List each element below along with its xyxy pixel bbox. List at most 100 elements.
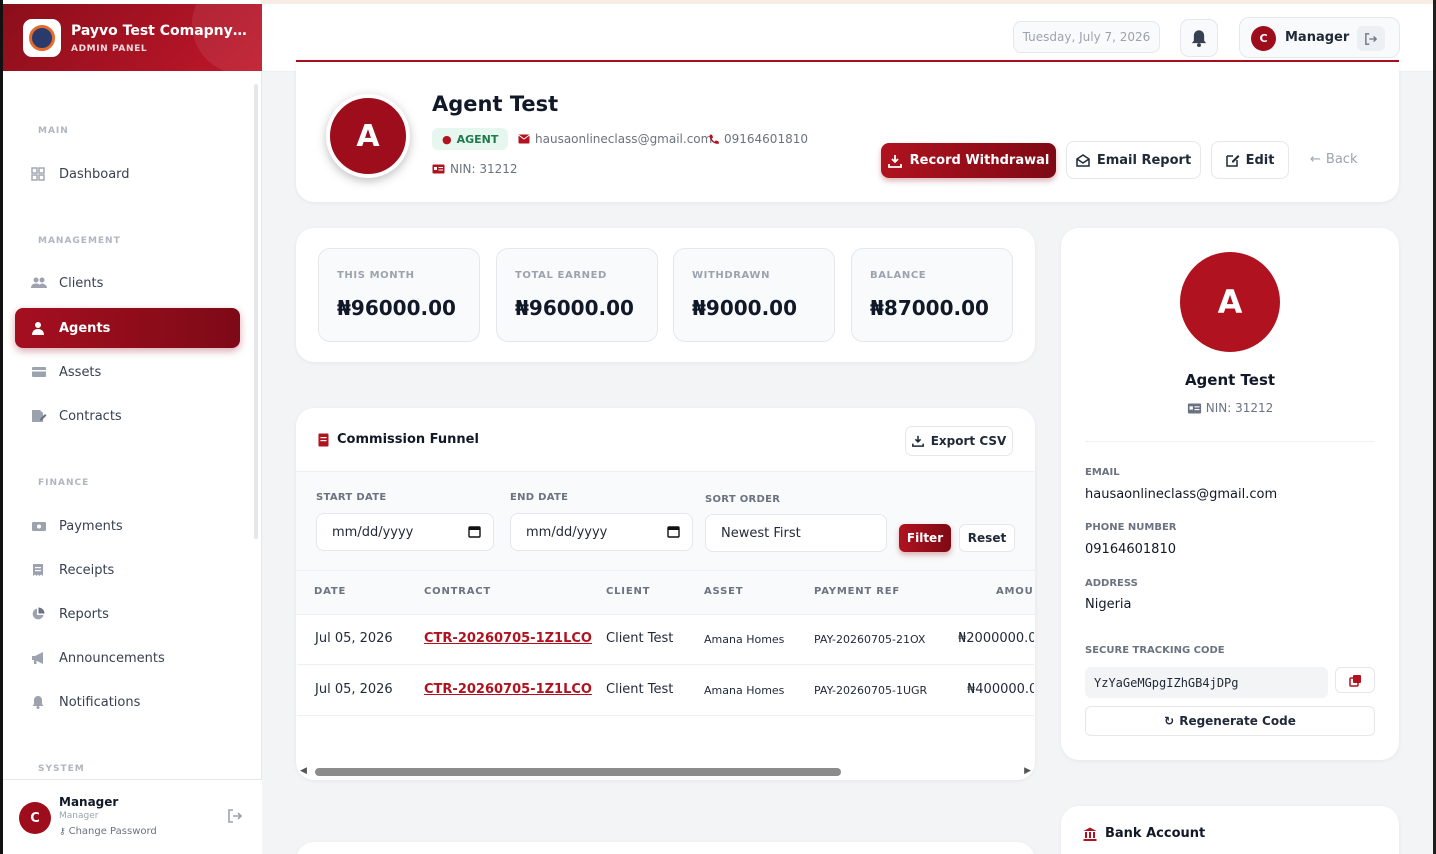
logout-icon[interactable]: [227, 809, 243, 827]
contract-link[interactable]: CTR-20260705-1Z1LCO: [424, 631, 592, 646]
company-name: Payvo Test Comapny Li...: [71, 23, 249, 39]
download-icon: [887, 154, 902, 168]
footer-user-name: Manager: [59, 795, 119, 809]
section-system: SYSTEM: [38, 764, 85, 774]
envelope-open-icon: [1076, 153, 1090, 167]
sidebar-item-label: Agents: [59, 320, 111, 336]
stat-label: WITHDRAWN: [692, 270, 771, 281]
avatar: A: [1180, 252, 1280, 352]
cell-payment-ref: PAY-20260705-1UGR: [814, 684, 928, 697]
user-name: Manager: [1285, 30, 1350, 45]
role-badge: ● AGENT: [432, 128, 509, 150]
end-date-label: END DATE: [510, 492, 569, 503]
profile-header-card: A Agent Test ● AGENT hausaonlineclass@gm…: [296, 60, 1399, 202]
export-csv-button[interactable]: Export CSV: [905, 426, 1013, 456]
logout-button[interactable]: [1357, 26, 1385, 51]
stat-value: ₦96000.00: [337, 296, 456, 320]
table-horizontal-scrollbar[interactable]: ◀ ▶: [298, 766, 1033, 778]
email-label: EMAIL: [1085, 467, 1120, 478]
export-csv-label: Export CSV: [930, 434, 1007, 448]
avatar[interactable]: C: [19, 802, 51, 834]
stat-label: THIS MONTH: [337, 270, 415, 281]
back-label: Back: [1325, 152, 1358, 167]
email-report-button[interactable]: Email Report: [1066, 141, 1201, 179]
sidebar-item-label: Reports: [59, 606, 109, 622]
end-date-input[interactable]: mm/dd/yyyy: [510, 513, 693, 551]
start-date-input[interactable]: mm/dd/yyyy: [316, 513, 494, 551]
stat-this-month: THIS MONTH ₦96000.00: [318, 248, 480, 342]
scroll-right-icon[interactable]: ▶: [1024, 766, 1031, 776]
sort-order-select[interactable]: Newest First: [705, 514, 887, 552]
filter-button[interactable]: Filter: [899, 524, 951, 552]
sidebar-item-receipts[interactable]: Receipts: [15, 550, 240, 590]
sidebar-item-notifications[interactable]: Notifications: [15, 682, 240, 722]
pie-chart-icon: [31, 607, 45, 621]
address-value: Nigeria: [1085, 597, 1132, 612]
users-icon: [31, 276, 47, 290]
key-icon: ⚷: [59, 826, 66, 837]
current-date: Tuesday, July 7, 2026: [1013, 21, 1160, 53]
regenerate-code-button[interactable]: ↻ Regenerate Code: [1085, 706, 1375, 736]
scrollbar-thumb[interactable]: [315, 768, 841, 776]
envelope-icon: [518, 134, 530, 144]
user-tie-icon: [31, 321, 45, 335]
table-header: [296, 570, 1035, 615]
section-management: MANAGEMENT: [38, 236, 121, 246]
sort-order-value: Newest First: [721, 525, 801, 541]
sidebar-item-dashboard[interactable]: Dashboard: [15, 154, 240, 194]
contract-link[interactable]: CTR-20260705-1Z1LCO: [424, 682, 592, 697]
calendar-icon[interactable]: [468, 525, 481, 542]
sidebar-item-payments[interactable]: Payments: [15, 506, 240, 546]
back-link[interactable]: ← Back: [1310, 152, 1357, 167]
column-header-amount: AMOU: [996, 586, 1033, 597]
sidebar-item-contracts[interactable]: Contracts: [15, 396, 240, 436]
boxes-icon: [31, 365, 46, 379]
end-date-value: mm/dd/yyyy: [526, 524, 608, 540]
sidebar-item-label: Dashboard: [59, 166, 130, 182]
column-header-client: CLIENT: [606, 586, 651, 597]
sidebar-item-clients[interactable]: Clients: [15, 263, 240, 303]
funnel-title-text: Commission Funnel: [337, 432, 479, 447]
sidebar-item-label: Assets: [59, 364, 102, 380]
id-card-icon: [1187, 403, 1201, 413]
details-name: Agent Test: [1184, 371, 1276, 389]
change-password-link[interactable]: ⚷ Change Password: [59, 826, 157, 837]
avatar: A: [326, 94, 410, 178]
address-label: ADDRESS: [1085, 578, 1138, 589]
record-withdrawal-button[interactable]: Record Withdrawal: [881, 143, 1056, 178]
tracking-code-field[interactable]: YzYaGeMGpgIZhGB4jDPg: [1085, 667, 1328, 698]
phone-value: 09164601810: [1085, 542, 1176, 557]
sidebar: Payvo Test Comapny Li... ADMIN PANEL MAI…: [0, 0, 262, 854]
cell-asset: Amana Homes: [704, 684, 785, 697]
stat-value: ₦96000.00: [515, 296, 634, 320]
sidebar-item-announcements[interactable]: Announcements: [15, 638, 240, 678]
edit-label: Edit: [1245, 152, 1275, 168]
cell-client: Client Test: [606, 682, 674, 697]
sidebar-item-agents[interactable]: Agents: [15, 308, 240, 348]
edit-button[interactable]: Edit: [1211, 141, 1289, 179]
column-header-date: DATE: [314, 586, 347, 597]
scroll-left-icon[interactable]: ◀: [300, 766, 307, 776]
megaphone-icon: [31, 651, 45, 665]
window-edge: [0, 0, 3, 854]
sidebar-item-label: Announcements: [59, 650, 165, 666]
sidebar-item-assets[interactable]: Assets: [15, 352, 240, 392]
section-main: MAIN: [38, 126, 69, 136]
stat-withdrawn: WITHDRAWN ₦9000.00: [673, 248, 835, 342]
cell-amount: ₦400000.0: [967, 682, 1034, 697]
notifications-button[interactable]: [1180, 19, 1218, 57]
copy-button[interactable]: [1335, 667, 1375, 693]
column-header-asset: ASSET: [704, 586, 744, 597]
column-header-contract: CONTRACT: [424, 586, 492, 597]
agent-name: Agent Test: [432, 92, 559, 116]
calendar-icon[interactable]: [667, 525, 680, 542]
regenerate-code-label: Regenerate Code: [1179, 714, 1296, 728]
reset-button[interactable]: Reset: [959, 524, 1015, 552]
sidebar-item-reports[interactable]: Reports: [15, 594, 240, 634]
brand-subtitle: ADMIN PANEL: [71, 44, 148, 54]
sidebar-scrollbar[interactable]: [254, 84, 258, 539]
user-menu[interactable]: C Manager: [1239, 17, 1400, 58]
details-nin-text: NIN: 31212: [1205, 401, 1274, 415]
brand-header[interactable]: Payvo Test Comapny Li... ADMIN PANEL: [3, 4, 262, 71]
stat-value: ₦87000.00: [870, 296, 989, 320]
